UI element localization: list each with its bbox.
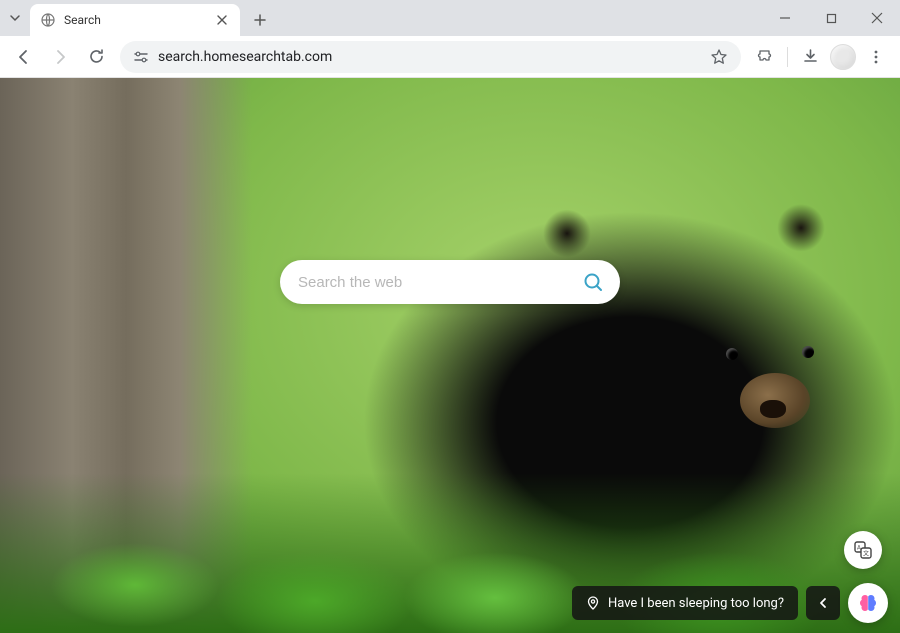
globe-icon [40, 12, 56, 28]
tab-close-button[interactable] [214, 12, 230, 28]
chevron-down-icon [9, 12, 21, 24]
reload-button[interactable] [80, 41, 112, 73]
profile-avatar-button[interactable] [830, 44, 856, 70]
browser-menu-button[interactable] [860, 41, 892, 73]
window-close-button[interactable] [854, 0, 900, 36]
back-button[interactable] [8, 41, 40, 73]
caption-text: Have I been sleeping too long? [608, 596, 784, 611]
chevron-left-icon [817, 597, 829, 609]
assistant-button[interactable] [848, 583, 888, 623]
close-icon [217, 15, 227, 25]
background-image [802, 346, 814, 358]
translate-button[interactable]: A 文 [844, 531, 882, 569]
caption-bar: Have I been sleeping too long? [572, 583, 888, 623]
window-controls [762, 0, 900, 36]
close-icon [871, 12, 883, 24]
kebab-menu-icon [868, 49, 884, 65]
url-text: search.homesearchtab.com [158, 49, 701, 65]
brain-icon [856, 591, 880, 615]
translate-icon: A 文 [853, 540, 873, 560]
separator [787, 47, 788, 67]
arrow-right-icon [51, 48, 69, 66]
window-minimize-button[interactable] [762, 0, 808, 36]
maximize-icon [826, 13, 837, 24]
puzzle-icon [757, 48, 774, 65]
tabs-dropdown-button[interactable] [0, 0, 30, 36]
browser-tab[interactable]: Search [30, 4, 240, 36]
titlebar: Search [0, 0, 900, 36]
new-tab-button[interactable] [246, 6, 274, 34]
page-content: A 文 Have I been sleeping too long? [0, 78, 900, 633]
tune-icon [133, 50, 149, 64]
search-box [280, 260, 620, 304]
download-icon [802, 48, 819, 65]
toolbar: search.homesearchtab.com [0, 36, 900, 78]
downloads-button[interactable] [794, 41, 826, 73]
background-image [726, 348, 738, 360]
caption-prev-button[interactable] [806, 586, 840, 620]
arrow-left-icon [15, 48, 33, 66]
search-icon [582, 271, 604, 293]
search-button[interactable] [580, 269, 606, 295]
svg-text:A: A [857, 545, 861, 552]
star-icon [710, 48, 728, 66]
forward-button[interactable] [44, 41, 76, 73]
site-settings-button[interactable] [132, 48, 150, 66]
background-image [760, 400, 786, 418]
plus-icon [254, 14, 266, 26]
caption-pill[interactable]: Have I been sleeping too long? [572, 586, 798, 620]
reload-icon [88, 48, 105, 65]
location-pin-icon [586, 596, 600, 610]
bookmark-button[interactable] [709, 47, 729, 67]
svg-text:文: 文 [863, 550, 869, 558]
address-bar[interactable]: search.homesearchtab.com [120, 41, 741, 73]
tab-title: Search [64, 13, 206, 27]
window-maximize-button[interactable] [808, 0, 854, 36]
search-input[interactable] [298, 274, 580, 291]
extensions-button[interactable] [749, 41, 781, 73]
minimize-icon [779, 12, 791, 24]
